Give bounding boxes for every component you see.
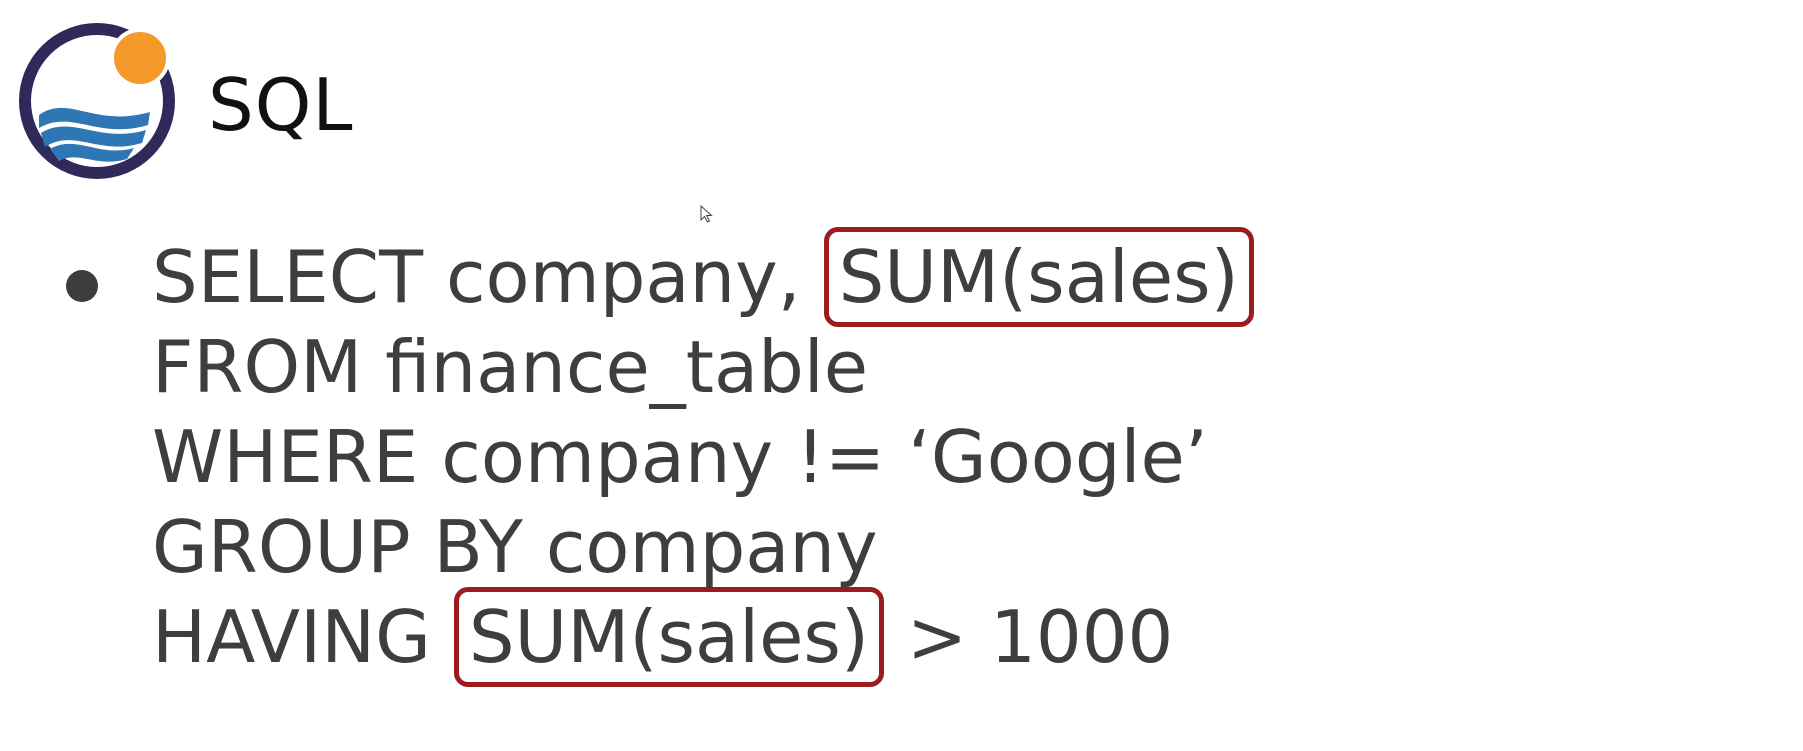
code-line-1: SELECT company, SUM(sales) xyxy=(152,227,1254,327)
code-text: WHERE company != ‘Google’ xyxy=(152,415,1208,499)
highlight-box: SUM(sales) xyxy=(453,587,884,687)
code-line-3: WHERE company != ‘Google’ xyxy=(152,412,1254,502)
code-text: GROUP BY company xyxy=(152,505,878,589)
code-line-2: FROM finance_table xyxy=(152,322,1254,412)
code-text: SELECT company, xyxy=(152,235,824,319)
mouse-cursor-icon xyxy=(700,205,713,223)
code-text: FROM finance_table xyxy=(152,325,869,409)
page-title: SQL xyxy=(208,63,354,147)
code-line-5: HAVING SUM(sales) > 1000 xyxy=(152,587,1254,687)
logo-icon xyxy=(19,23,175,179)
sql-code-block: SELECT company, SUM(sales) FROM finance_… xyxy=(152,227,1254,687)
code-text: > 1000 xyxy=(883,595,1174,679)
highlight-box: SUM(sales) xyxy=(823,227,1254,327)
code-line-4: GROUP BY company xyxy=(152,502,1254,592)
bullet-icon xyxy=(66,270,98,302)
code-text: HAVING xyxy=(152,595,454,679)
